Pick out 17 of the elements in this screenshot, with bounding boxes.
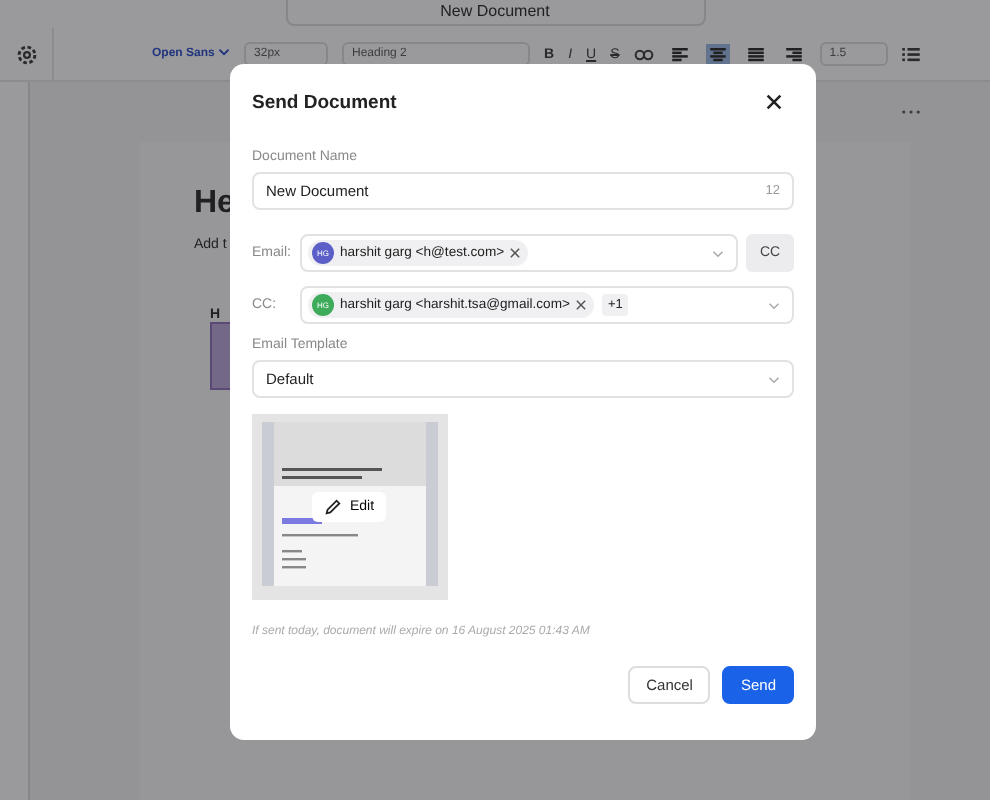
chevron-down-icon	[712, 249, 724, 257]
chevron-down-icon	[218, 48, 231, 57]
align-button[interactable]	[667, 43, 692, 65]
dialog-title: Send Document	[252, 91, 397, 113]
link-icon[interactable]	[633, 47, 654, 61]
document-title-field[interactable]: New Document	[285, 0, 705, 26]
pencil-icon	[324, 498, 342, 516]
align-button[interactable]	[743, 43, 768, 65]
close-icon[interactable]	[766, 94, 782, 110]
align-button[interactable]	[705, 43, 730, 65]
remove-icon[interactable]	[575, 300, 586, 310]
chevron-down-icon	[768, 301, 780, 309]
remove-icon[interactable]	[510, 248, 521, 258]
list-icon[interactable]	[901, 47, 920, 61]
settings-icon[interactable]	[16, 43, 38, 65]
align-button[interactable]	[781, 43, 806, 65]
chevron-down-icon	[768, 375, 780, 383]
